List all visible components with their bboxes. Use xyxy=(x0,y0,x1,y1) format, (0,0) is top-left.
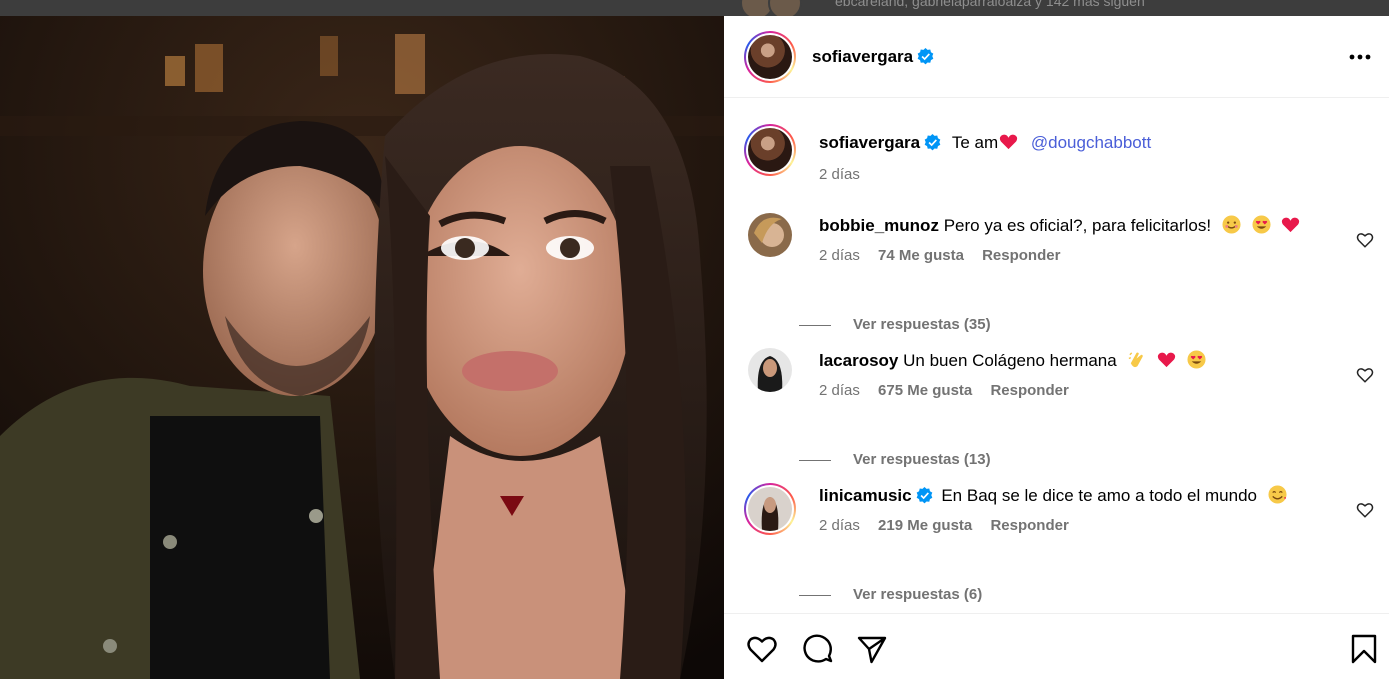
like-comment-heart-icon[interactable] xyxy=(1356,501,1374,519)
comment-text: Un buen Colágeno hermana xyxy=(903,351,1117,370)
like-comment-heart-icon[interactable] xyxy=(1356,231,1374,249)
like-comment-heart-icon[interactable] xyxy=(1356,366,1374,384)
red-heart-icon xyxy=(1158,352,1176,368)
comment-username[interactable]: lacarosoy xyxy=(819,351,898,370)
comment-avatar[interactable] xyxy=(748,213,792,262)
like-heart-icon[interactable] xyxy=(746,633,778,665)
comment-username[interactable]: linicamusic xyxy=(819,486,912,505)
post-image xyxy=(0,16,724,679)
red-heart-icon xyxy=(1282,217,1300,233)
save-bookmark-icon[interactable] xyxy=(1348,633,1380,665)
red-heart-icon xyxy=(999,134,1018,150)
replies-divider xyxy=(799,594,831,596)
reply-button[interactable]: Responder xyxy=(982,247,1060,264)
post-header: sofiavergara xyxy=(724,16,1389,98)
view-replies-label: Ver respuestas (35) xyxy=(853,316,991,333)
view-replies-label: Ver respuestas (13) xyxy=(853,451,991,468)
replies-divider xyxy=(799,459,831,461)
comment-likes[interactable]: 675 Me gusta xyxy=(878,382,972,399)
comments-list[interactable]: sofiavergara Te am @dougchabbott 2 días xyxy=(724,99,1389,613)
replies-divider xyxy=(799,324,831,326)
post-modal: sofiavergara sofiavergara Te am @dougcha… xyxy=(0,16,1389,679)
view-replies-button[interactable]: Ver respuestas (35) xyxy=(799,316,991,333)
backdrop-feed: ebcareland, gabrielaparraloaiza y 142 má… xyxy=(0,0,1389,16)
author-username[interactable]: sofiavergara xyxy=(812,47,913,67)
comment-text: Pero ya es oficial?, para felicitarlos! xyxy=(943,216,1212,235)
author-avatar[interactable] xyxy=(744,30,796,83)
view-replies-button[interactable]: Ver respuestas (6) xyxy=(799,586,982,603)
reply-button[interactable]: Responder xyxy=(990,517,1068,534)
caption-text: Te am xyxy=(951,133,999,152)
more-options-button[interactable] xyxy=(1349,46,1371,60)
view-replies-button[interactable]: Ver respuestas (13) xyxy=(799,451,991,468)
comment-bubble-icon[interactable] xyxy=(802,633,834,665)
more-horizontal-icon xyxy=(1349,54,1371,60)
caption-author-avatar[interactable] xyxy=(744,124,796,176)
verified-badge-icon xyxy=(916,487,932,504)
smiling-face-icon xyxy=(1222,215,1241,234)
backdrop-followers-text: ebcareland, gabrielaparraloaiza y 142 má… xyxy=(835,0,1145,9)
comment-likes[interactable]: 219 Me gusta xyxy=(878,517,972,534)
caption-username[interactable]: sofiavergara xyxy=(819,133,920,152)
comment-avatar[interactable] xyxy=(744,483,796,535)
comment-username[interactable]: bobbie_munoz xyxy=(819,216,939,235)
comment-likes[interactable]: 74 Me gusta xyxy=(878,247,964,264)
comment-text: En Baq se le dice te amo a todo el mundo xyxy=(941,486,1257,505)
post-details-panel: sofiavergara sofiavergara Te am @dougcha… xyxy=(724,16,1389,679)
comment-avatar[interactable] xyxy=(748,348,792,397)
verified-badge-icon xyxy=(924,134,941,151)
reply-button[interactable]: Responder xyxy=(990,382,1068,399)
clapping-hands-icon xyxy=(1129,352,1144,368)
caption-time[interactable]: 2 días xyxy=(819,166,860,183)
post-photo[interactable] xyxy=(0,16,724,679)
caption-text-line: sofiavergara Te am @dougchabbott xyxy=(819,132,1359,154)
comment-time[interactable]: 2 días xyxy=(819,517,860,534)
comment-time[interactable]: 2 días xyxy=(819,382,860,399)
heart-eyes-icon xyxy=(1187,350,1206,369)
caption-mention-link[interactable]: @dougchabbott xyxy=(1031,133,1151,152)
comment-time[interactable]: 2 días xyxy=(819,247,860,264)
share-send-icon[interactable] xyxy=(856,633,888,665)
view-replies-label: Ver respuestas (6) xyxy=(853,586,983,603)
backdrop-follower-avatars xyxy=(740,0,802,16)
smiling-face-with-hearts-icon xyxy=(1268,485,1287,504)
post-action-bar xyxy=(724,613,1389,679)
verified-badge-icon xyxy=(917,48,934,65)
caption-meta: 2 días xyxy=(819,166,1359,183)
heart-eyes-icon xyxy=(1252,215,1271,234)
